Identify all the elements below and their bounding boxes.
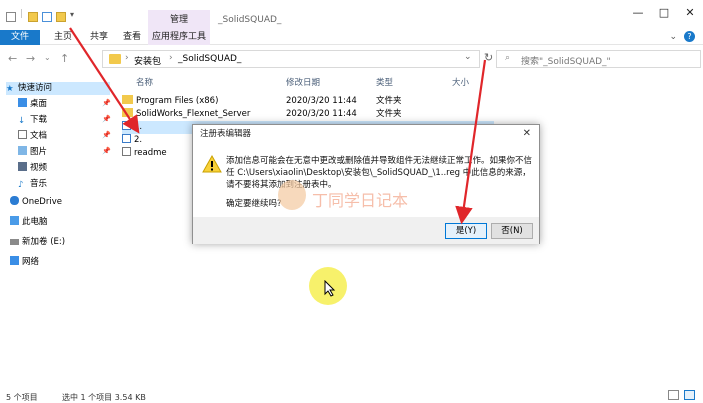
tab-home[interactable]: 主页: [46, 30, 80, 45]
new-folder-icon[interactable]: [56, 12, 66, 22]
search-icon: ⌕: [505, 53, 511, 63]
file-type: 文件夹: [376, 109, 402, 119]
drive-icon: [10, 239, 19, 245]
pin-icon[interactable]: 📌: [102, 99, 111, 107]
star-icon: ★: [6, 84, 14, 94]
folder-icon: [109, 54, 121, 64]
registry-file-icon: [122, 121, 131, 130]
column-header-size[interactable]: 大小: [452, 76, 469, 88]
computer-icon: [10, 216, 19, 225]
quick-access-dropdown-icon[interactable]: ▾: [70, 10, 74, 19]
text-file-icon: [122, 147, 131, 156]
window-controls: — □ ✕: [625, 6, 703, 26]
sidebar-item-music[interactable]: ♪ 音乐: [18, 178, 47, 191]
sidebar-item-downloads[interactable]: ↓ 下载: [18, 114, 47, 127]
column-header-date[interactable]: 修改日期: [286, 76, 320, 88]
back-icon[interactable]: ←: [8, 52, 17, 65]
watermark-text: 丁同学日记本: [312, 191, 409, 210]
watermark-logo: [278, 180, 306, 210]
dialog-title: 注册表编辑器: [200, 129, 252, 139]
file-date: 2020/3/20 11:44: [286, 96, 357, 106]
network-icon: [10, 256, 19, 265]
cloud-icon: [10, 196, 19, 205]
sidebar-item-videos[interactable]: 视频: [18, 162, 47, 175]
large-icons-view-icon[interactable]: [684, 390, 695, 400]
video-icon: [18, 162, 27, 171]
column-header-type[interactable]: 类型: [376, 76, 393, 88]
forward-icon[interactable]: →: [26, 52, 35, 65]
properties-icon[interactable]: [28, 12, 38, 22]
maximize-icon[interactable]: □: [651, 6, 677, 26]
breadcrumb-separator-icon: ›: [125, 53, 129, 63]
folder-icon: [122, 95, 133, 104]
table-row[interactable]: readme: [122, 147, 182, 160]
column-header-name[interactable]: 名称: [136, 76, 153, 88]
file-type: 文件夹: [376, 96, 402, 106]
close-icon[interactable]: ✕: [677, 6, 703, 26]
explorer-window: | ▾ 管理 _SolidSQUAD_ — □ ✕ 文件 主页 共享 查看 应用…: [0, 0, 703, 403]
address-dropdown-icon[interactable]: ⌄: [464, 52, 472, 62]
context-group-manage: 管理: [148, 10, 210, 30]
sidebar-item-documents[interactable]: 文档: [18, 130, 47, 143]
minimize-icon[interactable]: —: [625, 6, 651, 26]
checkmark-icon[interactable]: [42, 12, 52, 22]
breadcrumb-separator-icon: ›: [169, 53, 173, 63]
ribbon-tabs: 文件 主页 共享 查看 应用程序工具 ⌄ ?: [0, 30, 703, 45]
sidebar-item-desktop[interactable]: 桌面: [18, 98, 47, 111]
details-view-icon[interactable]: [668, 390, 679, 400]
refresh-icon[interactable]: ↻: [484, 51, 493, 64]
tab-view[interactable]: 查看: [116, 30, 148, 45]
app-icon: [6, 12, 16, 22]
document-icon: [18, 130, 27, 139]
sidebar-item-drive-e[interactable]: 新加卷 (E:): [10, 236, 65, 249]
breadcrumb-item[interactable]: _SolidSQUAD_: [178, 54, 241, 64]
sidebar-item-quick-access[interactable]: ★ 快速访问: [6, 82, 110, 95]
title-bar: | ▾ 管理 _SolidSQUAD_ — □ ✕: [0, 0, 703, 30]
status-bar: 5 个项目 选中 1 个项目 3.54 KB: [0, 390, 703, 403]
recent-locations-icon[interactable]: ⌄: [44, 53, 51, 62]
pin-icon[interactable]: 📌: [102, 147, 111, 155]
sidebar-item-pictures[interactable]: 图片: [18, 146, 47, 159]
item-count: 5 个项目: [6, 393, 38, 402]
warning-icon: [202, 155, 222, 173]
breadcrumb-item[interactable]: 安装包: [134, 54, 161, 67]
search-input[interactable]: ⌕ 搜索"_SolidSQUAD_": [496, 50, 701, 68]
dialog-button-bar: [193, 217, 539, 244]
table-row[interactable]: 2.: [122, 134, 182, 147]
yes-button[interactable]: 是(Y): [445, 223, 487, 239]
table-row[interactable]: SolidWorks_Flexnet_Server 2020/3/20 11:4…: [122, 108, 502, 121]
registry-editor-dialog: 注册表编辑器 ✕ 添加信息可能会在无意中更改或删除值并导致组件无法继续正常工作。…: [192, 124, 540, 244]
download-icon: ↓: [18, 116, 26, 126]
tab-app-tools[interactable]: 应用程序工具: [148, 30, 210, 45]
file-date: 2020/3/20 11:44: [286, 109, 357, 119]
navigation-pane: ★ 快速访问 桌面 ↓ 下载 文档 图片 视频 ♪ 音乐 OneDrive 此电脑 新…: [0, 78, 110, 388]
picture-icon: [18, 146, 27, 155]
dialog-question: 确定要继续吗?: [226, 199, 282, 209]
pin-icon[interactable]: 📌: [102, 131, 111, 139]
registry-file-icon: [122, 134, 131, 143]
desktop-icon: [18, 98, 27, 107]
mouse-cursor-icon: [324, 280, 336, 297]
tab-file[interactable]: 文件: [0, 30, 40, 45]
folder-icon: [122, 108, 133, 117]
divider: |: [20, 9, 24, 19]
selection-info: 选中 1 个项目 3.54 KB: [62, 393, 146, 402]
help-icon[interactable]: ?: [684, 31, 695, 42]
close-icon[interactable]: ✕: [523, 128, 531, 139]
dialog-message: 添加信息可能会在无意中更改或删除值并导致组件无法继续正常工作。如果你不信任 C:…: [226, 156, 533, 190]
pin-icon[interactable]: 📌: [102, 115, 111, 123]
sidebar-item-onedrive[interactable]: OneDrive: [10, 196, 62, 209]
address-bar[interactable]: › 安装包 › _SolidSQUAD_: [102, 50, 480, 68]
music-icon: ♪: [18, 180, 24, 190]
table-row[interactable]: Program Files (x86) 2020/3/20 11:44 文件夹: [122, 95, 502, 108]
sidebar-item-this-pc[interactable]: 此电脑: [10, 216, 48, 229]
window-title: _SolidSQUAD_: [218, 15, 282, 25]
up-icon[interactable]: ↑: [60, 52, 69, 65]
search-placeholder: 搜索"_SolidSQUAD_": [521, 57, 611, 67]
tab-share[interactable]: 共享: [82, 30, 116, 45]
no-button[interactable]: 否(N): [491, 223, 533, 239]
ribbon-expand-icon[interactable]: ⌄: [669, 32, 677, 42]
column-headers: 名称 修改日期 类型 大小: [120, 74, 680, 89]
sidebar-item-network[interactable]: 网络: [10, 256, 39, 269]
